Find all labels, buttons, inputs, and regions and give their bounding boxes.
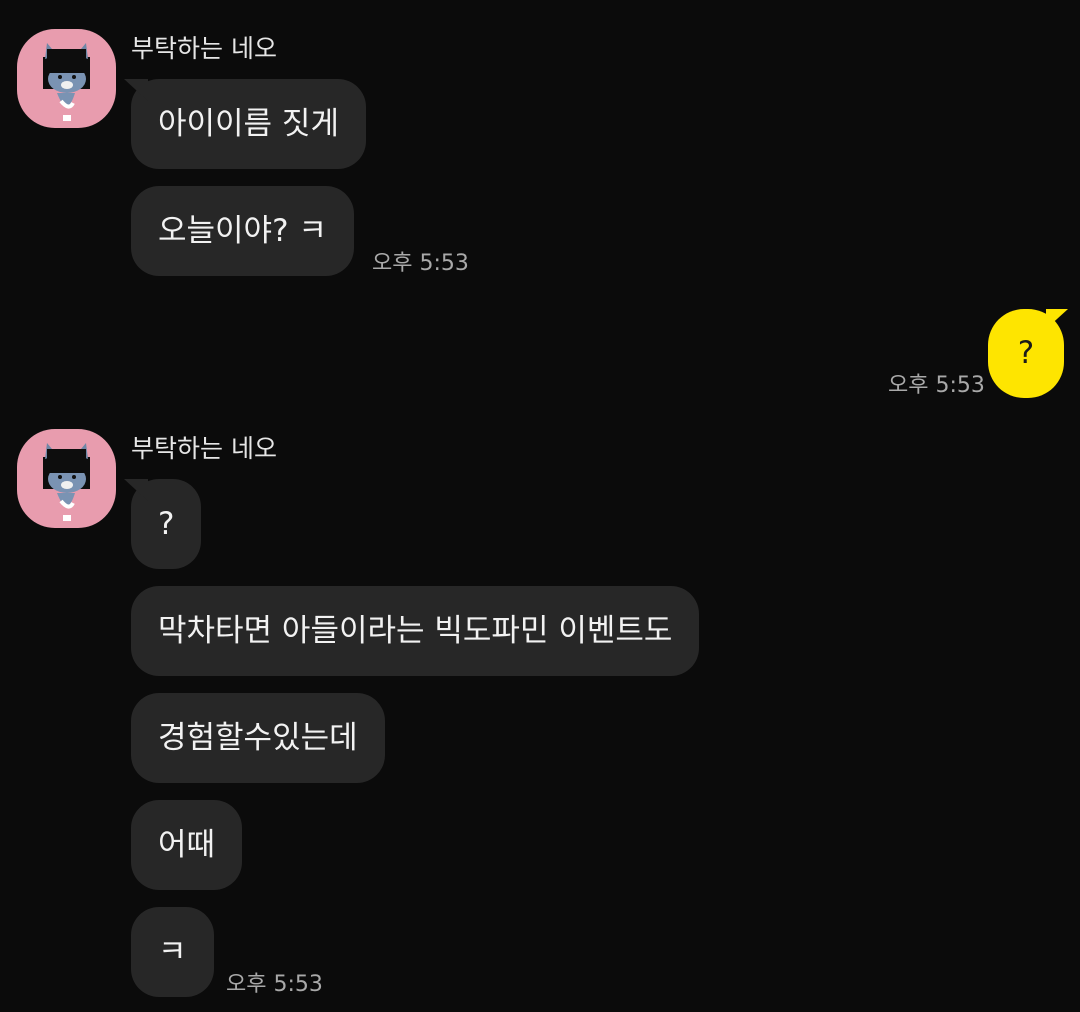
- my-message-bubble[interactable]: ?: [988, 309, 1064, 398]
- message-bubble[interactable]: ?: [131, 479, 202, 569]
- sender-name: 부탁하는 네오: [131, 34, 277, 63]
- message-bubble[interactable]: 오늘이야? ㅋ: [131, 186, 354, 276]
- message-bubble[interactable]: 경험할수있는데: [131, 693, 385, 783]
- message-timestamp: 오후 5:53: [226, 972, 323, 997]
- message-timestamp: 오후 5:53: [888, 373, 985, 398]
- message-timestamp: 오후 5:53: [372, 251, 469, 276]
- message-bubble[interactable]: 막차타면 아들이라는 빅도파민 이벤트도: [131, 586, 700, 676]
- neo-character-avatar-icon: [43, 443, 90, 521]
- message-bubble[interactable]: 아이이름 짓게: [131, 79, 366, 169]
- neo-character-avatar-icon: [43, 43, 90, 121]
- avatar[interactable]: [17, 429, 116, 528]
- sender-name: 부탁하는 네오: [131, 434, 277, 463]
- message-bubble[interactable]: ㅋ: [131, 907, 214, 997]
- message-bubble[interactable]: 어때: [131, 800, 243, 890]
- avatar[interactable]: [17, 29, 116, 128]
